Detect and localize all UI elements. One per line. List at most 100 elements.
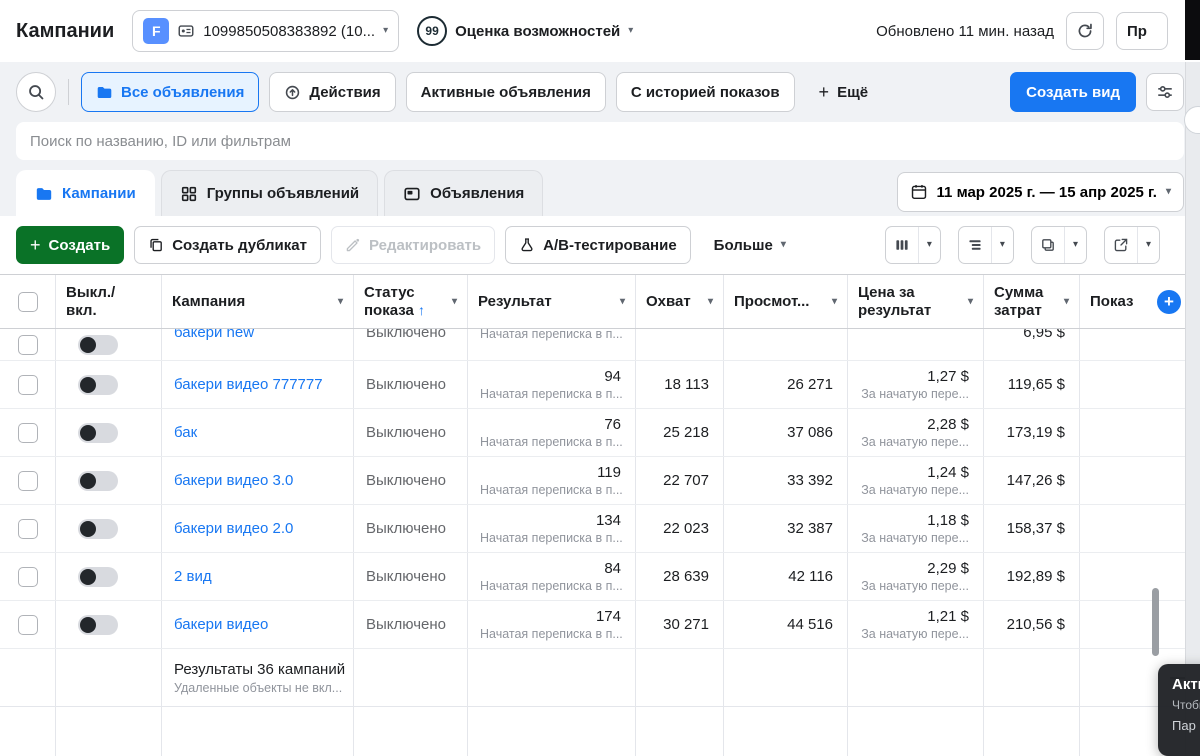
reach-value: 22 707 (663, 472, 709, 489)
edit-label: Редактировать (368, 236, 482, 254)
filter-pill-label: Действия (309, 83, 381, 101)
calendar-icon (910, 183, 928, 201)
chevron-down-icon: ▾ (780, 239, 786, 250)
campaign-name-link[interactable]: бакери new (174, 329, 341, 341)
campaign-name-link[interactable]: бак (174, 424, 341, 441)
export-menu-button[interactable]: ▾ (1103, 226, 1160, 264)
result-type: Начатая переписка в п... (480, 329, 623, 341)
ads-manager-app: Кампании F 1099850508383892 (10... ▾ 99 … (0, 0, 1200, 756)
opportunity-score[interactable]: 99 Оценка возможностей ▾ (417, 16, 633, 46)
row-checkbox[interactable] (17, 334, 38, 355)
col-impressions[interactable]: Показ + (1080, 275, 1200, 328)
result-type: Начатая переписка в п... (480, 387, 623, 401)
result-value: 134 (595, 512, 621, 529)
duplicate-icon (148, 237, 164, 253)
campaign-name-link[interactable]: бакери видео (174, 616, 341, 633)
campaign-name-link[interactable]: бакери видео 2.0 (174, 520, 341, 537)
table-scrollbar-thumb[interactable] (1152, 588, 1159, 656)
col-reach[interactable]: Охват ▾ (636, 275, 724, 328)
col-delivery-status[interactable]: Статус показа ↑ ▾ (354, 275, 468, 328)
col-result[interactable]: Результат ▾ (468, 275, 636, 328)
export-icon (1105, 227, 1137, 263)
views-value: 37 086 (787, 424, 833, 441)
row-checkbox[interactable] (17, 566, 38, 587)
search-icon (27, 83, 45, 101)
preview-button-partial[interactable]: Пр (1116, 12, 1168, 50)
tab-campaigns[interactable]: Кампании (16, 170, 155, 216)
campaign-toggle[interactable] (78, 374, 118, 395)
sliders-icon (1156, 83, 1174, 101)
notification-toast-partial[interactable]: Акти Чтобы Пар (1158, 664, 1200, 756)
toast-body: Чтобы (1172, 698, 1200, 712)
filter-pill-actions[interactable]: Действия (269, 72, 396, 112)
ab-test-button[interactable]: А/В-тестирование (505, 226, 691, 264)
cost-per-result-value: 2,29 $ (927, 560, 969, 577)
campaign-toggle[interactable] (78, 566, 118, 587)
row-checkbox[interactable] (17, 614, 38, 635)
duplicate-button[interactable]: Создать дубликат (134, 226, 321, 264)
filter-pill-delivery-history[interactable]: С историей показов (615, 72, 795, 112)
row-checkbox[interactable] (17, 518, 38, 539)
breakdown-menu-button[interactable]: ▾ (957, 226, 1014, 264)
chevron-down-icon: ▾ (1165, 186, 1171, 197)
toast-title: Акти (1172, 676, 1200, 693)
search-filter-button[interactable] (16, 72, 56, 112)
filter-pill-label: С историей показов (630, 83, 780, 101)
account-avatar: F (143, 18, 170, 44)
chevron-down-icon: ▾ (383, 25, 389, 36)
score-badge: 99 (417, 16, 448, 46)
results-summary: Результаты 36 кампаний (174, 660, 346, 678)
cost-per-result-type: За начатую пере... (861, 579, 969, 593)
tab-ads[interactable]: Объявления (384, 170, 544, 216)
col-onoff: Выкл./ вкл. (56, 275, 162, 328)
more-actions-button[interactable]: Больше ▾ (701, 226, 799, 264)
chevron-down-icon: ▾ (707, 296, 713, 307)
more-filters-button[interactable]: + Ещё (805, 72, 883, 112)
campaign-toggle[interactable] (78, 334, 118, 355)
campaign-toggle[interactable] (78, 518, 118, 539)
row-checkbox[interactable] (17, 374, 38, 395)
result-type: Начатая переписка в п... (480, 531, 623, 545)
sort-ascending-icon: ↑ (418, 301, 426, 318)
content-panel: + Создать Создать дубликат Редактировать (0, 216, 1200, 756)
select-all-checkbox[interactable] (17, 291, 38, 312)
grid-icon (180, 185, 198, 203)
date-range-picker[interactable]: 11 мар 2025 г. — 15 апр 2025 г. ▾ (896, 172, 1184, 212)
tab-ad-sets[interactable]: Группы объявлений (160, 170, 379, 216)
add-column-button[interactable]: + (1157, 289, 1181, 314)
amount-spent-value: 119,65 $ (1007, 376, 1065, 393)
account-id: 1099850508383892 (10... (203, 22, 376, 40)
create-view-button[interactable]: Создать вид (1010, 72, 1136, 112)
campaign-toggle[interactable] (78, 422, 118, 443)
col-views[interactable]: Просмот... ▾ (724, 275, 848, 328)
plus-icon: + (30, 235, 41, 255)
cost-per-result-type: За начатую пере... (861, 435, 969, 449)
views-value: 26 271 (787, 376, 833, 393)
campaign-toggle[interactable] (78, 470, 118, 491)
tabs-bar: Кампании Группы объявлений Объявления 11… (16, 168, 1184, 216)
campaign-name-link[interactable]: 2 вид (174, 568, 341, 585)
col-cost-per-result[interactable]: Цена за результат ▾ (848, 275, 984, 328)
account-selector[interactable]: F 1099850508383892 (10... ▾ (132, 10, 400, 52)
chevron-down-icon: ▾ (337, 296, 343, 307)
col-amount-spent[interactable]: Сумма затрат ▾ (984, 275, 1080, 328)
reports-menu-button[interactable]: ▾ (1030, 226, 1087, 264)
refresh-button[interactable] (1066, 12, 1104, 50)
table-row: 2 вид Выключено 84 Начатая переписка в п… (0, 553, 1200, 601)
campaign-name-link[interactable]: бакери видео 777777 (174, 376, 341, 393)
reach-value: 18 113 (664, 376, 709, 393)
columns-menu-button[interactable]: ▾ (884, 226, 941, 264)
edit-button[interactable]: Редактировать (330, 226, 496, 264)
row-checkbox[interactable] (17, 470, 38, 491)
col-campaign[interactable]: Кампания ▾ (162, 275, 354, 328)
search-input[interactable] (16, 122, 1184, 160)
row-checkbox[interactable] (17, 422, 38, 443)
view-settings-button[interactable] (1146, 73, 1184, 111)
create-campaign-button[interactable]: + Создать (16, 226, 125, 264)
filter-pill-all-ads[interactable]: Все объявления (81, 72, 260, 112)
campaign-name-link[interactable]: бакери видео 3.0 (174, 472, 341, 489)
campaign-toggle[interactable] (78, 614, 118, 635)
campaigns-icon (35, 185, 53, 203)
more-filters-label: Ещё (837, 83, 869, 101)
filter-pill-active-ads[interactable]: Активные объявления (405, 72, 606, 112)
